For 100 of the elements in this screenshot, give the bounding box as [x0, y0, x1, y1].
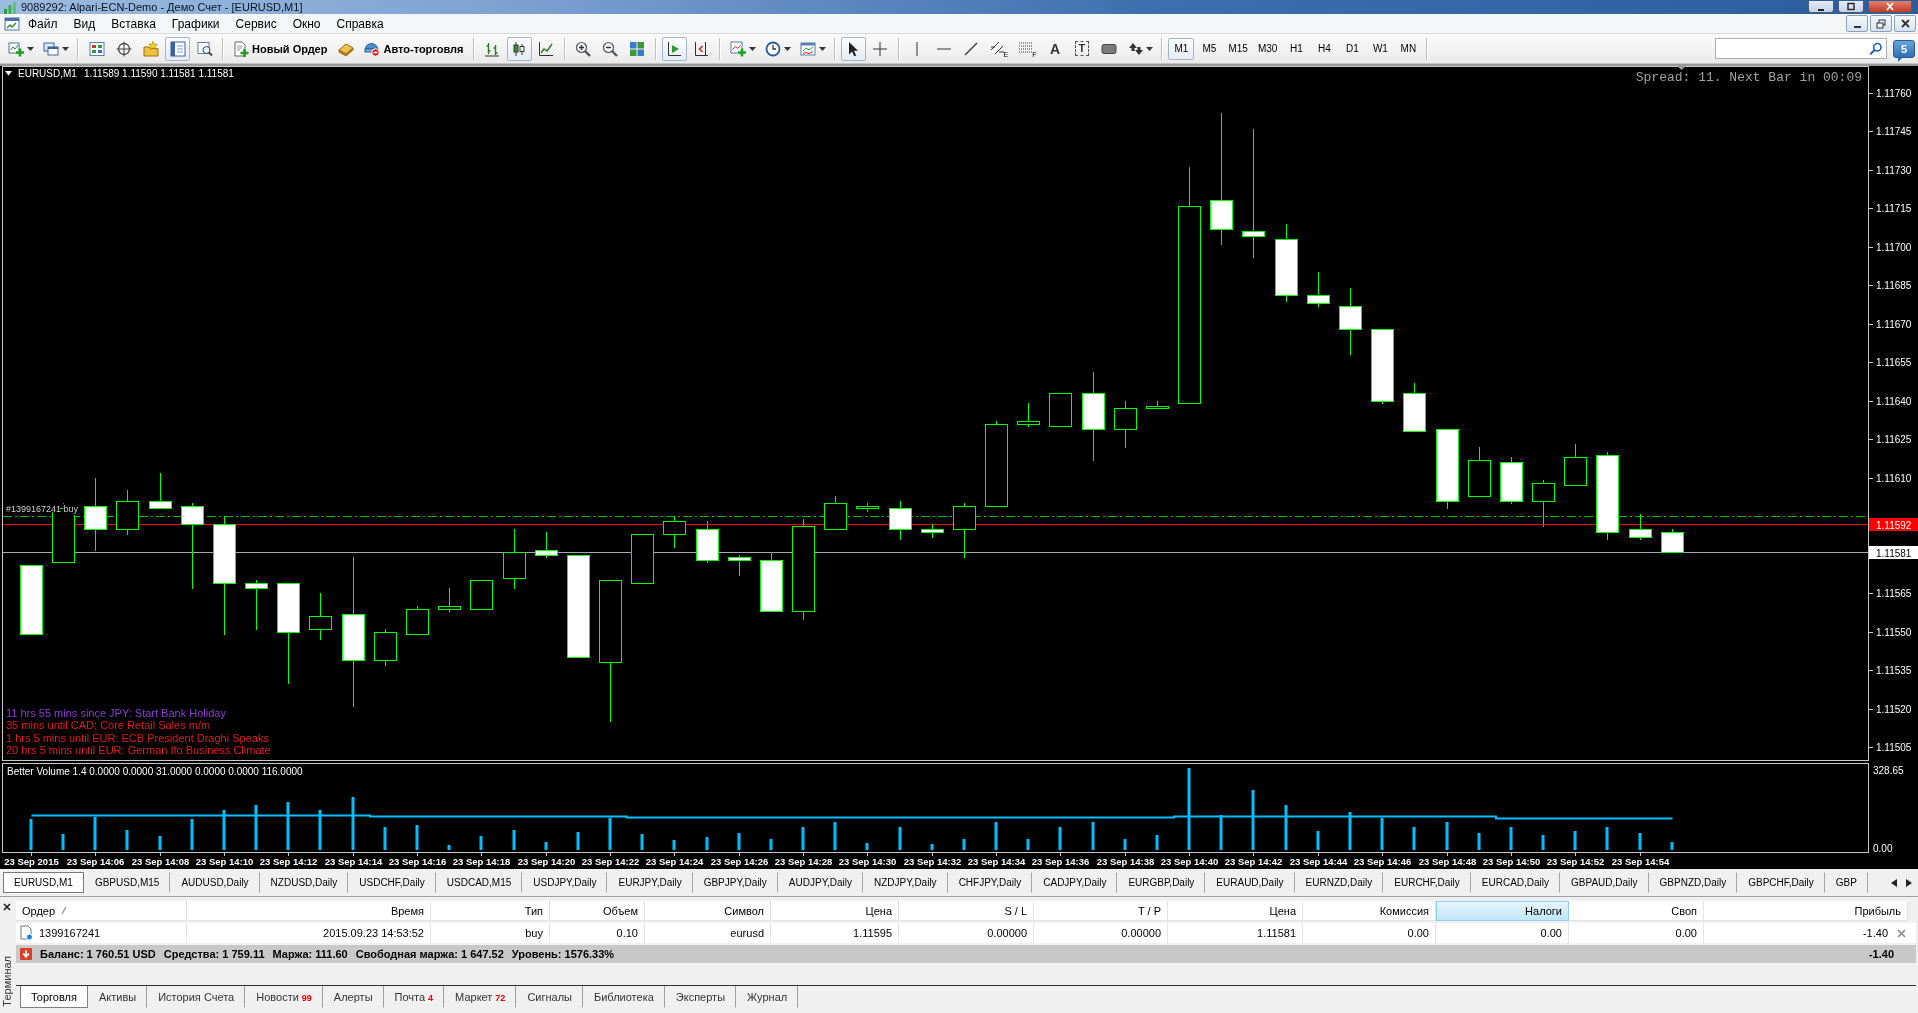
- line-chart-icon[interactable]: [538, 40, 554, 57]
- toolbar-button[interactable]: Авто-торговля: [360, 36, 468, 61]
- terminal-tab[interactable]: Сигналы: [516, 986, 583, 1008]
- crosshair-icon[interactable]: [872, 40, 888, 57]
- autoscroll-icon[interactable]: [666, 40, 682, 57]
- document-plus-icon[interactable]: [233, 40, 249, 57]
- caret-icon[interactable]: [62, 46, 69, 51]
- chart-tab[interactable]: NZDUSD,Daily: [259, 872, 349, 893]
- toolbar-button[interactable]: [506, 36, 532, 61]
- chart-tab[interactable]: EURCAD,Daily: [1470, 872, 1561, 893]
- chart-lines-icon[interactable]: [799, 40, 816, 57]
- chart-tab[interactable]: AUDJPY,Daily: [777, 872, 863, 893]
- caret-icon[interactable]: [818, 46, 826, 51]
- chart-tab[interactable]: USDCHF,Daily: [348, 872, 436, 893]
- column-header[interactable]: Своп: [1569, 901, 1704, 921]
- chart-tab[interactable]: EURJPY,Daily: [607, 872, 693, 893]
- chart-tab[interactable]: EURCHF,Daily: [1383, 872, 1471, 893]
- caret-icon[interactable]: [783, 46, 791, 51]
- terminal-tab[interactable]: История Счета: [147, 986, 246, 1008]
- caret-icon[interactable]: [27, 46, 34, 51]
- chart-tab[interactable]: EURAUD,Daily: [1205, 872, 1295, 893]
- trendline-icon[interactable]: [963, 40, 979, 57]
- chart-tab[interactable]: GBPUSD,M15: [83, 872, 171, 893]
- column-header[interactable]: Тип: [431, 901, 550, 921]
- timeframe-button[interactable]: W1: [1367, 37, 1394, 60]
- column-header[interactable]: Ордер: [16, 901, 187, 921]
- toolbar-button[interactable]: [661, 36, 687, 61]
- timeframe-button[interactable]: M30: [1253, 37, 1282, 60]
- chart-tab[interactable]: GBP: [1824, 872, 1868, 893]
- maximize-button[interactable]: [1838, 1, 1864, 13]
- menu-item[interactable]: Вид: [65, 15, 104, 32]
- chart-tab[interactable]: EURNZD,Daily: [1294, 872, 1384, 893]
- toolbar-button[interactable]: [840, 36, 866, 61]
- windows-icon[interactable]: [43, 40, 59, 57]
- minimize-button[interactable]: [1846, 15, 1868, 32]
- terminal-tab[interactable]: Маркет 72: [444, 986, 517, 1008]
- chart-tab[interactable]: USDCAD,M15: [435, 872, 523, 893]
- close-button[interactable]: [1868, 1, 1912, 13]
- chart-tab[interactable]: EURUSD,M1: [3, 872, 84, 893]
- chart-tab[interactable]: GBPAUD,Daily: [1560, 872, 1649, 893]
- chart-tab[interactable]: USDJPY,Daily: [522, 872, 608, 893]
- close-button[interactable]: [1894, 15, 1916, 32]
- shift-marker-icon[interactable]: [1677, 66, 1686, 70]
- chart-plus-icon[interactable]: [729, 40, 746, 57]
- table-row[interactable]: 1399167241 2015.09.23 14:53:52 buy 0.10 eurusd 1.11595 0.00000 0.00000 1.11581 0.00 0.00 0.00 -1.40: [16, 923, 1916, 943]
- caret-icon[interactable]: [1146, 46, 1154, 51]
- terminal-tab[interactable]: Торговля: [20, 986, 88, 1008]
- menu-item[interactable]: Графики: [163, 15, 228, 32]
- chart-tab[interactable]: GBPJPY,Daily: [692, 872, 778, 893]
- zoom-out-icon[interactable]: [602, 40, 618, 57]
- timeframe-button[interactable]: H1: [1283, 37, 1310, 60]
- column-header[interactable]: Объем: [550, 901, 645, 921]
- terminal-tab[interactable]: Почта 4: [383, 986, 445, 1008]
- sort-icon[interactable]: [61, 906, 68, 915]
- chart-tab[interactable]: NZDJPY,Daily: [863, 872, 948, 893]
- column-header[interactable]: Прибыль: [1704, 901, 1908, 921]
- timeframe-button[interactable]: M1: [1168, 37, 1195, 60]
- column-header[interactable]: Цена: [771, 901, 899, 921]
- zoom-in-icon[interactable]: [575, 40, 591, 57]
- chart-tab[interactable]: GBPCHF,Daily: [1737, 872, 1825, 893]
- arrow-left-icon[interactable]: [1891, 878, 1897, 887]
- minimize-button[interactable]: [1808, 1, 1834, 13]
- column-header[interactable]: Налоги: [1436, 901, 1569, 921]
- restore-button[interactable]: [1870, 15, 1892, 32]
- cap-stop-icon[interactable]: [364, 40, 381, 57]
- toolbar-button[interactable]: T: [1069, 36, 1095, 61]
- restore-icon[interactable]: [1874, 17, 1888, 30]
- search-icon[interactable]: [1869, 41, 1883, 56]
- chart-tab[interactable]: GBPNZD,Daily: [1648, 872, 1738, 893]
- candlestick-icon[interactable]: [511, 40, 527, 57]
- close-icon[interactable]: [3, 903, 11, 911]
- chart-tab[interactable]: AUDUSD,Daily: [170, 872, 260, 893]
- terminal-tab[interactable]: Алерты: [322, 986, 384, 1008]
- caret-icon[interactable]: [5, 71, 12, 76]
- toolbar-button[interactable]: A: [1042, 36, 1068, 61]
- maximize-icon[interactable]: [1845, 1, 1857, 12]
- chart-tab[interactable]: CADJPY,Daily: [1032, 872, 1118, 893]
- column-header[interactable]: Время: [187, 901, 431, 921]
- menu-item[interactable]: Справка: [328, 15, 392, 32]
- column-header[interactable]: Комиссия: [1303, 901, 1436, 921]
- chart-window-icon[interactable]: [4, 16, 20, 31]
- terminal-tab[interactable]: Библиотека: [583, 986, 665, 1008]
- timeframe-button[interactable]: M15: [1224, 37, 1252, 60]
- menu-item[interactable]: Сервис: [227, 15, 285, 32]
- column-header[interactable]: Символ: [645, 901, 771, 921]
- column-header[interactable]: T / P: [1034, 901, 1168, 921]
- clock-icon[interactable]: [764, 40, 781, 57]
- timeframe-button[interactable]: MN: [1395, 37, 1422, 60]
- timeframe-button[interactable]: M5: [1196, 37, 1223, 60]
- close-icon[interactable]: [1898, 17, 1912, 30]
- menu-item[interactable]: Файл: [20, 15, 66, 32]
- caret-icon[interactable]: [748, 46, 756, 51]
- toolbar-button[interactable]: Новый Ордер: [229, 36, 332, 61]
- timeframe-button[interactable]: D1: [1339, 37, 1366, 60]
- tiles-icon[interactable]: [629, 40, 645, 57]
- column-header[interactable]: Цена: [1168, 901, 1303, 921]
- terminal-tab[interactable]: Активы: [87, 986, 148, 1008]
- terminal-tab[interactable]: Новости 99: [245, 986, 323, 1008]
- bar-chart-icon[interactable]: [484, 40, 500, 57]
- terminal-tab[interactable]: Журнал: [736, 986, 799, 1008]
